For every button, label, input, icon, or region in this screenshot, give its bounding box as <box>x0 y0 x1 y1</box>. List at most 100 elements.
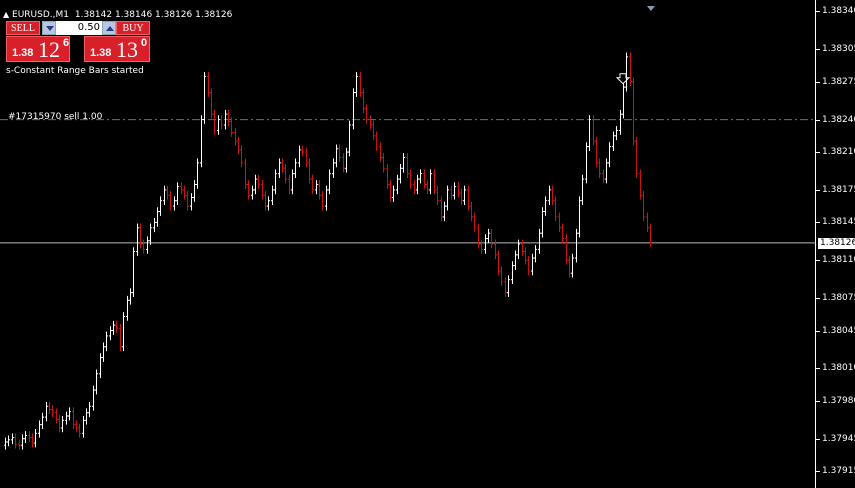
price-bar <box>531 253 534 276</box>
price-bar <box>527 255 530 276</box>
price-bar <box>375 131 378 151</box>
collapse-triangle-icon[interactable]: ▲ <box>3 10 9 19</box>
price-bar <box>21 434 24 450</box>
price-bar <box>291 169 294 195</box>
price-axis-label: 1.38175 <box>822 184 855 195</box>
sell-button[interactable]: SELL <box>6 21 40 35</box>
price-bar <box>392 185 395 202</box>
buy-button[interactable]: BUY <box>116 21 150 35</box>
price-bar <box>325 185 328 211</box>
price-axis-label: 1.38210 <box>822 147 855 158</box>
price-bar <box>561 223 564 243</box>
one-click-trade-panel: SELL 0.50 BUY 1.38 12 6 1.38 13 0 <box>6 21 150 62</box>
price-bar <box>575 228 578 263</box>
price-bar <box>149 223 152 246</box>
price-bar <box>183 185 186 200</box>
price-axis-tick <box>816 119 820 121</box>
price-bar <box>261 180 264 200</box>
price-bar <box>55 408 58 424</box>
price-bar <box>514 250 517 270</box>
price-axis-tick <box>816 400 820 402</box>
price-bar <box>487 228 490 243</box>
price-bar <box>18 439 21 450</box>
price-bar <box>507 275 510 298</box>
chevron-up-icon <box>106 26 114 31</box>
price-bar <box>129 288 132 305</box>
price-axis-tick <box>816 189 820 191</box>
price-bar <box>45 401 48 422</box>
price-bar <box>38 420 41 438</box>
price-bar <box>463 185 466 206</box>
price-bar <box>473 212 476 233</box>
price-bar <box>450 185 453 200</box>
price-bar <box>146 236 149 254</box>
price-bar <box>207 71 210 97</box>
price-axis-tick <box>816 298 820 300</box>
price-bar <box>612 131 615 151</box>
price-bar <box>598 158 601 179</box>
sell-price-block[interactable]: 1.38 12 6 <box>6 36 70 62</box>
price-bar <box>359 71 362 97</box>
lot-size-input[interactable]: 0.50 <box>56 21 102 35</box>
price-bar <box>429 169 432 195</box>
price-bar <box>156 207 159 227</box>
price-bar <box>554 196 557 222</box>
price-bar <box>328 169 331 195</box>
current-price-label: 1.38126 <box>818 237 855 249</box>
price-bar <box>244 158 247 189</box>
price-bar <box>298 145 301 168</box>
buy-price-block[interactable]: 1.38 13 0 <box>84 36 150 62</box>
price-bar <box>332 158 335 179</box>
price-bar <box>92 385 95 411</box>
chart-shift-icon[interactable] <box>647 6 655 11</box>
price-bar <box>159 196 162 216</box>
price-bar <box>186 190 189 211</box>
price-bar <box>484 234 487 254</box>
price-bar <box>365 104 368 124</box>
price-bar <box>278 158 281 179</box>
price-bar <box>551 185 554 206</box>
price-bar <box>345 147 348 173</box>
price-bar <box>642 190 645 222</box>
price-axis[interactable]: 1.38340 1.38305 1.38275 1.38240 1.38210 1.381… <box>815 0 855 488</box>
price-bar <box>372 120 375 141</box>
price-bar <box>213 109 216 135</box>
price-axis-label: 1.37945 <box>822 433 855 444</box>
price-bar <box>460 188 463 206</box>
sell-price-prefix: 1.38 <box>12 47 34 59</box>
price-bar <box>453 182 456 200</box>
price-bar <box>163 185 166 206</box>
chart-area[interactable]: ▲ EURUSD.,M1 1.38142 1.38146 1.38126 1.3… <box>0 0 815 488</box>
price-bar <box>632 77 635 146</box>
price-bar <box>416 174 419 195</box>
price-bar <box>99 353 102 379</box>
sell-price-small: 6 <box>63 37 70 49</box>
price-bar <box>95 369 98 395</box>
price-bar <box>180 182 183 195</box>
price-bar <box>85 408 88 425</box>
price-bar <box>352 88 355 130</box>
price-bar <box>115 320 118 333</box>
price-bar <box>41 412 44 429</box>
price-bar <box>396 174 399 195</box>
price-bar <box>338 144 341 162</box>
price-bar <box>521 239 524 256</box>
price-bar <box>75 420 78 433</box>
price-bar <box>31 433 34 448</box>
lot-increase-button[interactable] <box>102 21 116 35</box>
sell-arrow-icon[interactable] <box>615 73 631 85</box>
lot-decrease-button[interactable] <box>42 21 56 35</box>
price-bar <box>24 431 27 444</box>
price-bar <box>251 185 254 200</box>
order-label[interactable]: #17315970 sell 1.00 <box>8 112 102 123</box>
price-bar <box>544 196 547 216</box>
price-axis-label: 1.38340 <box>822 6 855 17</box>
price-bar <box>190 193 193 211</box>
price-bar <box>369 115 372 130</box>
price-bar <box>440 196 443 222</box>
price-bar <box>240 145 243 168</box>
price-bar <box>379 142 382 162</box>
price-bar <box>335 144 338 168</box>
price-bar <box>524 247 527 265</box>
price-axis-tick <box>816 11 820 13</box>
